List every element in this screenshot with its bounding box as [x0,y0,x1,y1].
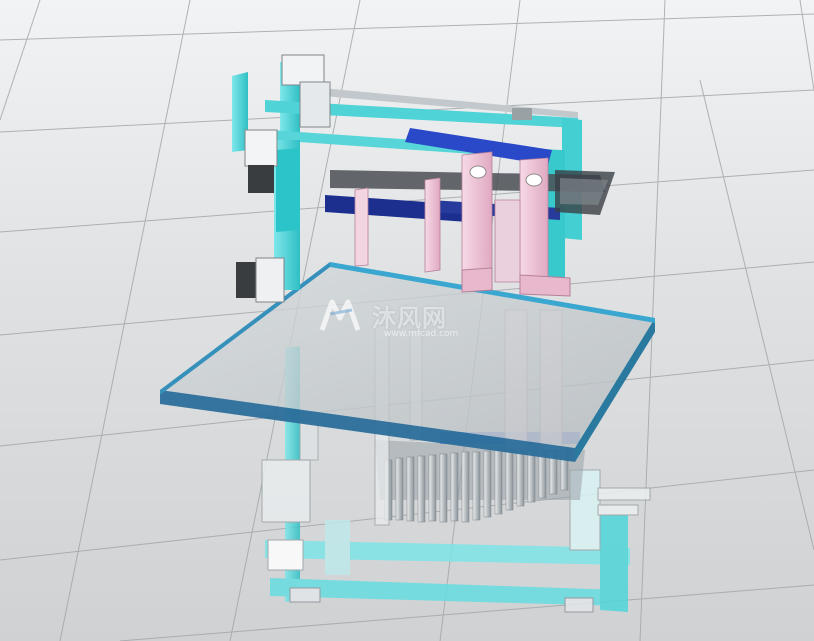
cad-viewport[interactable]: 沐风网 www.mfcad.com [0,0,814,641]
mf-logo-icon [319,299,361,331]
side-bracket [555,170,615,215]
watermark-brand-text: 沐风网 [372,304,447,332]
watermark-url-text: www.mfcad.com [384,329,459,339]
mounting-plate [160,262,655,462]
pin-row [384,449,569,523]
